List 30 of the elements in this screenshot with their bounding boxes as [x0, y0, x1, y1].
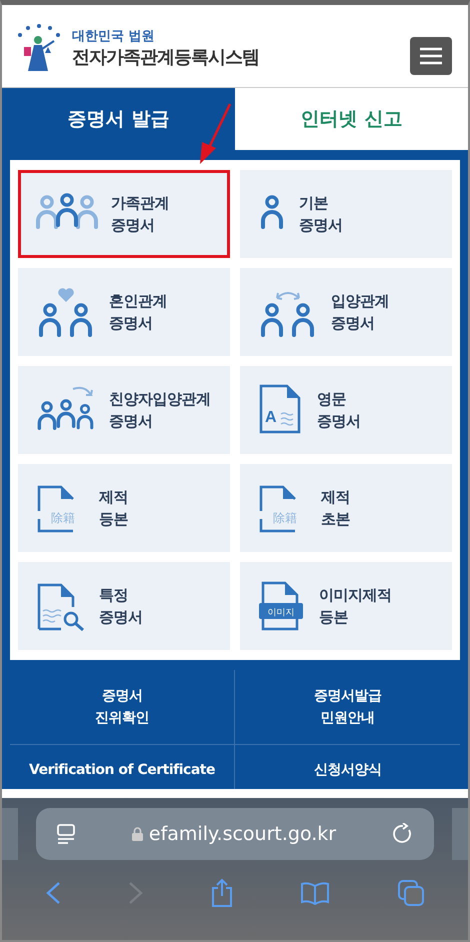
- certificate-card[interactable]: 친양자입양관계 증명서: [18, 366, 230, 454]
- certificate-card[interactable]: 혼인관계 증명서: [18, 268, 230, 356]
- share-icon[interactable]: [210, 878, 234, 908]
- site-title: 전자가족관계등록시스템: [72, 46, 259, 69]
- reader-icon: [56, 823, 76, 845]
- certificate-card[interactable]: 기본 증명서: [240, 170, 452, 258]
- lock-icon: [132, 827, 143, 841]
- forward-icon[interactable]: [128, 881, 144, 905]
- certificate-card[interactable]: 除籍 제적 등본: [18, 464, 230, 552]
- reload-icon[interactable]: [392, 823, 414, 845]
- certificate-card[interactable]: 除籍 제적 초본: [240, 464, 452, 552]
- footer-link[interactable]: 신청서양식: [314, 759, 382, 781]
- address-bar[interactable]: efamily.scourt.go.kr: [36, 808, 434, 860]
- certificate-card[interactable]: 이미지 이미지제적 등본: [240, 562, 452, 650]
- certificate-card[interactable]: A 영문 증명서: [240, 366, 452, 454]
- footer-link[interactable]: 증명서 진위확인: [95, 685, 149, 729]
- certificate-card[interactable]: 입양관계 증명서: [240, 268, 452, 356]
- url-text: efamily.scourt.go.kr: [148, 823, 336, 845]
- document-search-icon: [35, 581, 87, 631]
- certificate-card[interactable]: 가족관계 증명서: [18, 170, 230, 258]
- tabs-icon[interactable]: [396, 879, 425, 907]
- court-name: 대한민국 법원: [72, 28, 156, 45]
- menu-icon: [420, 47, 442, 65]
- back-icon[interactable]: [45, 881, 62, 905]
- bookmarks-icon[interactable]: [300, 881, 330, 905]
- certificate-card[interactable]: 특정 증명서: [18, 562, 230, 650]
- tab[interactable]: 증명서 발급: [2, 88, 235, 150]
- footer-link[interactable]: 증명서발급 민원안내: [314, 685, 382, 729]
- menu-button[interactable]: [410, 37, 452, 75]
- footer-link[interactable]: Verification of Certificate: [29, 759, 215, 781]
